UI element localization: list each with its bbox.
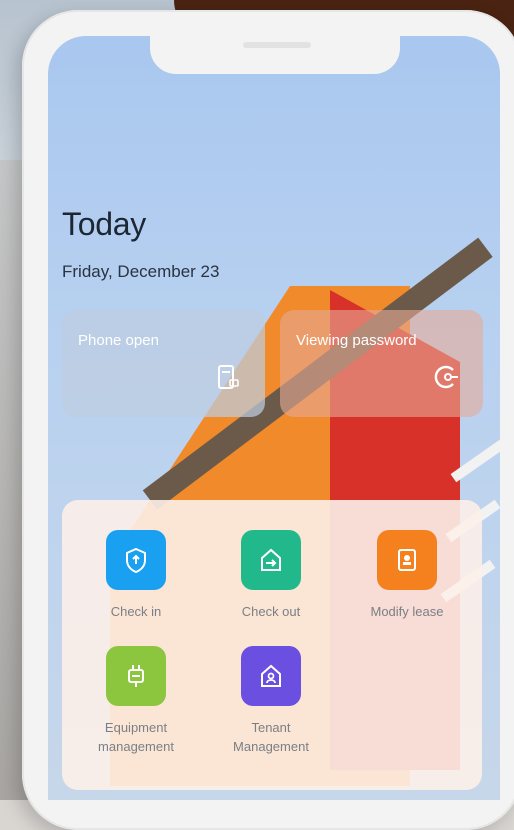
phone-open-label: Phone open (78, 332, 159, 349)
tenant-management-label: Tenant Management (233, 720, 309, 754)
check-in-app[interactable]: Check in (81, 530, 191, 621)
widget-date: Friday, December 23 (62, 262, 220, 281)
house-arrow-icon (241, 530, 301, 590)
widget-title: Today (62, 206, 146, 242)
key-icon (431, 362, 461, 399)
tenant-management-app[interactable]: Tenant Management (216, 646, 326, 756)
modify-lease-label: Modify lease (370, 604, 444, 619)
phone-door-icon (213, 362, 243, 399)
phone-notch (150, 34, 400, 74)
plug-icon (106, 646, 166, 706)
shield-icon (106, 530, 166, 590)
viewing-password-card[interactable]: Viewing password (280, 310, 483, 417)
equipment-management-label: Equipment management (98, 720, 174, 754)
equipment-management-app[interactable]: Equipment management (81, 646, 191, 756)
viewing-password-label: Viewing password (296, 332, 417, 349)
check-in-label: Check in (110, 604, 162, 619)
modify-lease-app[interactable]: Modify lease (352, 530, 462, 621)
tenant-house-icon (241, 646, 301, 706)
check-out-app[interactable]: Check out (216, 530, 326, 621)
phone-speaker (243, 42, 311, 48)
phone-open-card[interactable]: Phone open (62, 310, 265, 417)
check-out-label: Check out (241, 604, 301, 619)
contract-icon (377, 530, 437, 590)
